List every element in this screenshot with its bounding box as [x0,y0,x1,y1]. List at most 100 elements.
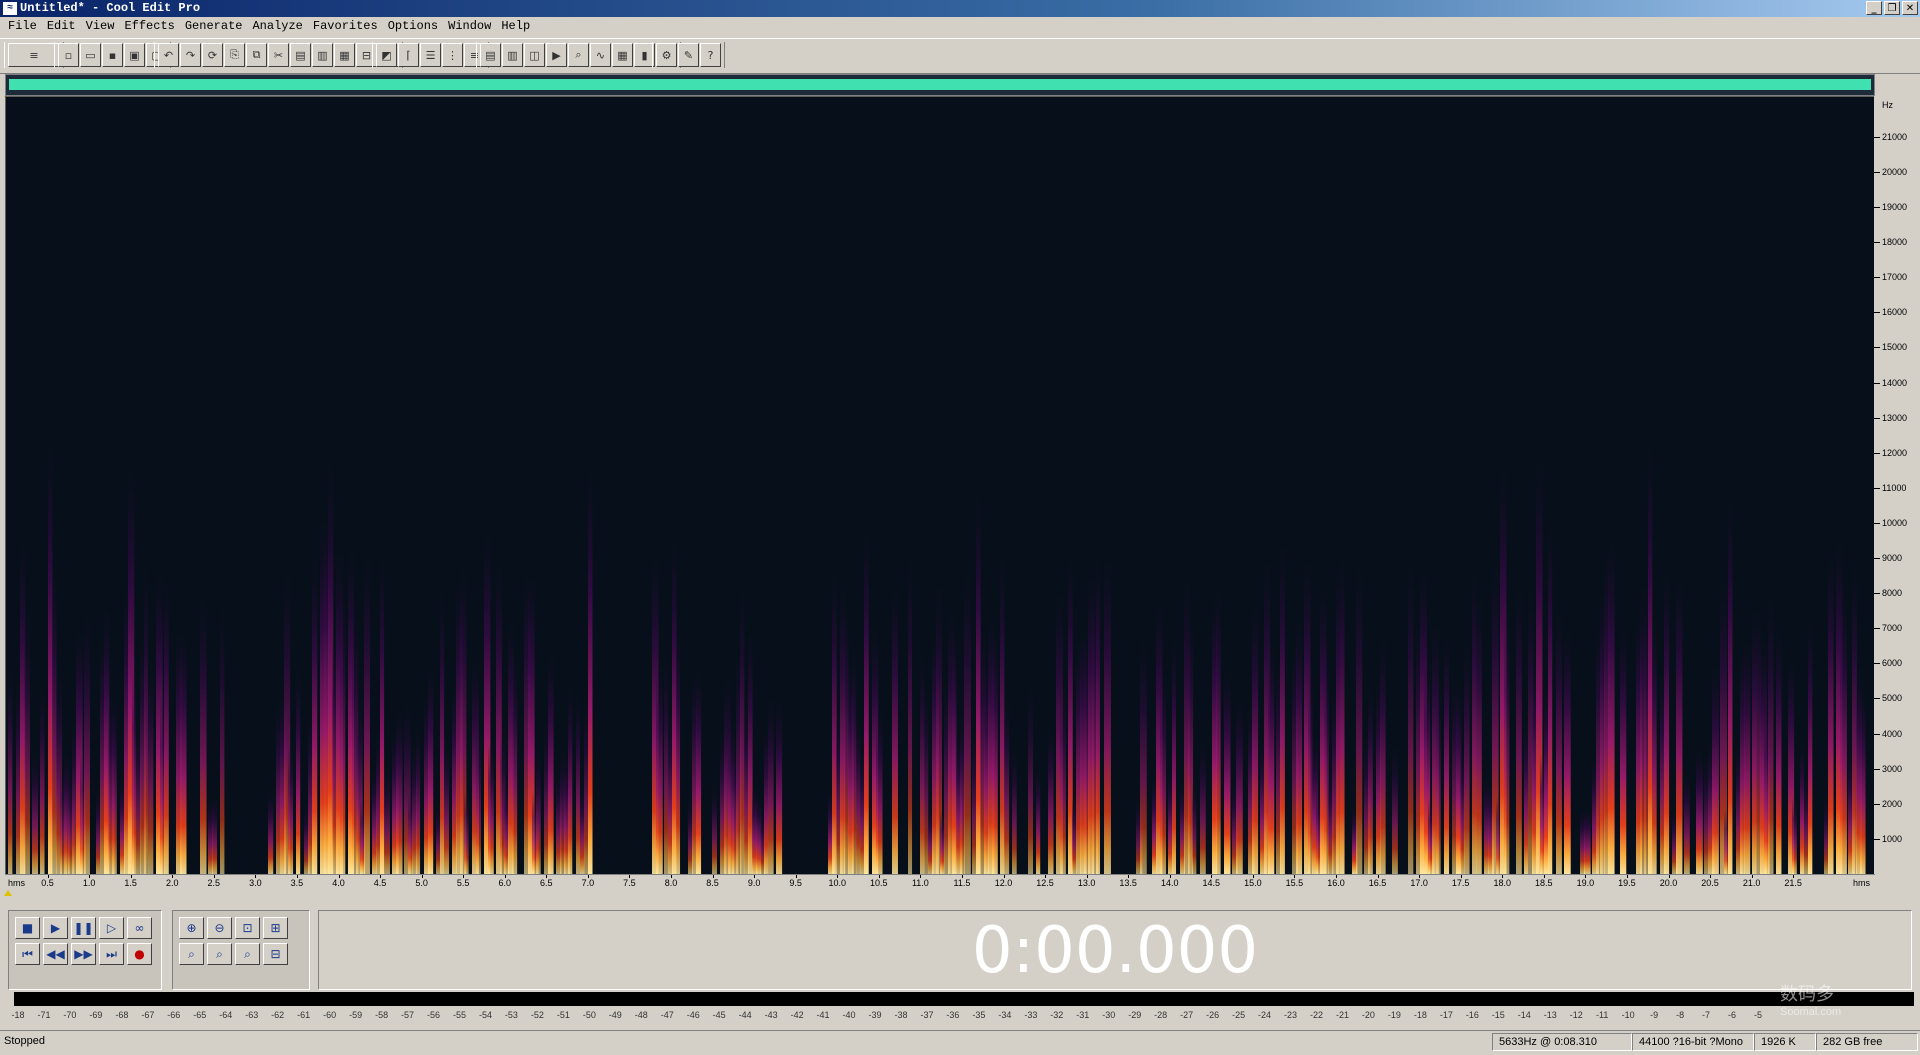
spectral-burst [132,669,137,874]
selection-icon[interactable]: ⋮ [442,43,463,67]
freq-label: 20000 [1882,166,1908,177]
loop-icon[interactable]: ∞ [127,917,152,939]
time-label: 16.0 [1327,878,1345,888]
time-label: 0.5 [41,878,54,888]
menu-generate[interactable]: Generate [183,19,245,33]
save-as-icon[interactable]: ▣ [124,43,145,67]
repeat-icon[interactable]: ⟳ [202,43,223,67]
zoom-vertical-out-icon[interactable]: ⊟ [263,943,288,965]
fast-forward-icon[interactable]: ▶▶ [71,943,96,965]
save-icon[interactable]: ▪ [102,43,123,67]
copy-icon[interactable]: ⎘ [224,43,245,67]
spectral-burst [844,608,849,874]
restore-icon[interactable]: ❐ [1884,1,1900,15]
time-label: 12.0 [994,878,1013,888]
window-controls: _ ❐ ✕ [1866,1,1918,15]
zoom-in-icon[interactable]: ⊕ [179,917,204,939]
cool-edit-icon[interactable]: ≈ [3,2,17,15]
menu-help[interactable]: Help [499,19,532,33]
spectral-burst [744,704,749,874]
spectral-burst [1268,645,1275,874]
go-to-start-icon[interactable]: ⏮ [15,943,40,965]
info-icon[interactable]: ◫ [524,43,545,67]
zoom-right-icon[interactable]: ⌕ [207,943,232,965]
envelope-icon[interactable]: ⌈ [398,43,419,67]
settings-icon[interactable]: ⚙ [656,43,677,67]
play-icon[interactable]: ▶ [546,43,567,67]
hybrid-icon[interactable]: ☰ [420,43,441,67]
play-list-icon[interactable]: ▥ [502,43,523,67]
menu-file[interactable]: File [6,19,39,33]
zoom-vertical-in-icon[interactable]: ⊞ [263,917,288,939]
zoom-out-icon[interactable]: ⊖ [207,917,232,939]
open-file-icon[interactable]: ▭ [80,43,101,67]
time-label: 15.0 [1244,878,1262,888]
scripts-icon[interactable]: ✎ [678,43,699,67]
spectral-burst [580,788,585,874]
waveform-overview[interactable] [5,74,1875,96]
paste-icon[interactable]: ▤ [290,43,311,67]
menu-window[interactable]: Window [446,19,493,33]
freq-tick [1874,242,1880,244]
stop-icon[interactable]: ■ [15,917,40,939]
spectral-burst [656,665,663,874]
go-to-end-icon[interactable]: ⏭ [99,943,124,965]
spectral-burst [1392,747,1398,874]
freq-label: 15000 [1882,342,1908,353]
new-file-icon[interactable]: ▫ [58,43,79,67]
meter-label: -16 [1465,1010,1479,1020]
play-icon[interactable]: ▶ [43,917,68,939]
help-icon[interactable]: ? [700,43,721,67]
menu-options[interactable]: Options [386,19,440,33]
pause-icon[interactable]: ❚❚ [71,917,96,939]
record-icon[interactable]: ● [127,943,152,965]
close-icon[interactable]: ✕ [1902,1,1918,15]
spectral-burst [180,634,187,874]
play-to-end-icon[interactable]: ▷ [99,917,124,939]
menu-effects[interactable]: Effects [122,19,176,33]
freq-label: 10000 [1882,517,1908,528]
freq-tick [1874,522,1880,524]
spectral-burst [976,496,981,874]
freq-label: 2000 [1882,798,1903,809]
meter-label: -46 [686,1010,700,1020]
spectral-burst [96,790,101,874]
spectral-burst [276,706,281,874]
status-cursor: 5633Hz @ 0:08.310 [1492,1033,1632,1051]
spectral-burst [1472,569,1477,874]
timing-icon[interactable]: ▦ [612,43,633,67]
menu-view[interactable]: View [84,19,117,33]
menu-analyze[interactable]: Analyze [250,19,304,33]
zoom-left-icon[interactable]: ⌕ [179,943,204,965]
spectrogram[interactable] [6,100,1868,874]
meter-label: -26 [1206,1010,1220,1020]
watermark: 数码多 Soomal.com [1780,980,1910,1024]
cut-icon[interactable]: ✂ [268,43,289,67]
undo-icon[interactable]: ↶ [158,43,179,67]
multitrack-toggle-icon[interactable]: ≡ [8,43,60,67]
menu-edit[interactable]: Edit [45,19,78,33]
zoom-icon[interactable]: ⌕ [568,43,589,67]
overview-range-bar[interactable] [9,79,1871,90]
minimize-icon[interactable]: _ [1866,1,1882,15]
spectral-burst [1340,560,1345,874]
cue-list-icon[interactable]: ▤ [480,43,501,67]
meter-label: -45 [712,1010,726,1020]
redo-icon[interactable]: ↷ [180,43,201,67]
meter-label: -31 [1076,1010,1090,1020]
rewind-icon[interactable]: ◀◀ [43,943,68,965]
meter-label: -49 [608,1010,622,1020]
spectral-burst [1556,613,1562,874]
copy-to-new-icon[interactable]: ⧉ [246,43,267,67]
spectral-burst [1436,678,1441,874]
paste-to-new-icon[interactable]: ▥ [312,43,333,67]
spectral-burst [220,608,225,874]
spectral-view-icon[interactable]: ◩ [376,43,397,67]
frequency-icon[interactable]: ∿ [590,43,611,67]
zoom-selection-icon[interactable]: ⌕ [235,943,260,965]
time-label: 18.5 [1535,878,1553,888]
mix-paste-icon[interactable]: ▦ [334,43,355,67]
zoom-full-icon[interactable]: ⊡ [235,917,260,939]
menu-favorites[interactable]: Favorites [311,19,380,33]
meter-label: -21 [1335,1010,1349,1020]
